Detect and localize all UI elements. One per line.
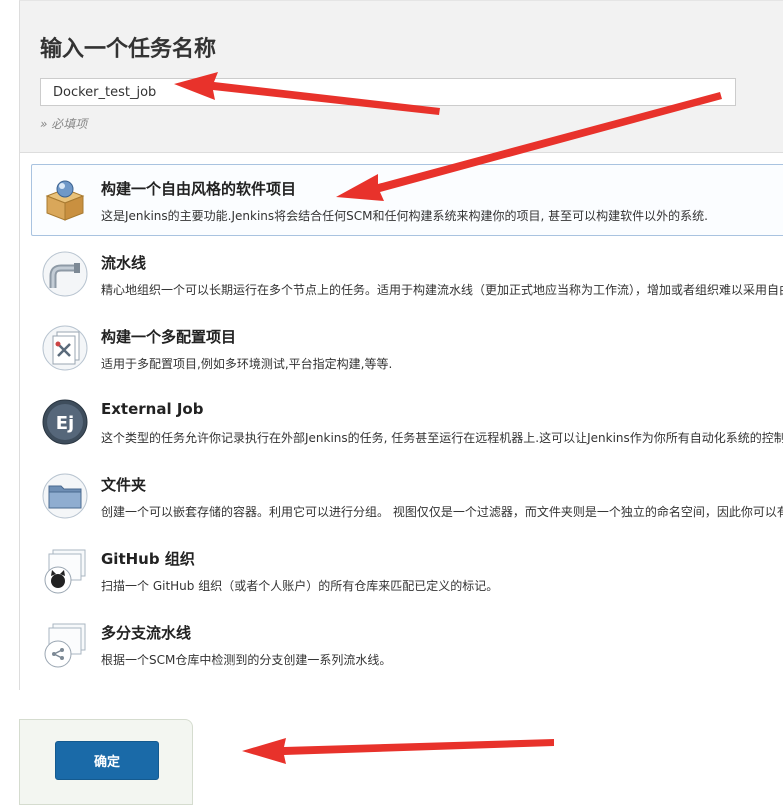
- ok-button[interactable]: 确定: [55, 741, 159, 780]
- job-type-external[interactable]: Ej External Job 这个类型的任务允许你记录执行在外部Jenkins…: [31, 386, 783, 458]
- item-description: 这是Jenkins的主要功能.Jenkins将会结合任何SCM和任何构建系统来构…: [101, 209, 708, 223]
- item-label: 构建一个多配置项目: [101, 328, 237, 346]
- item-description: 这个类型的任务允许你记录执行在外部Jenkins的任务, 任务甚至运行在远程机器…: [101, 431, 783, 445]
- pipeline-icon: [41, 250, 89, 298]
- page-title: 输入一个任务名称: [40, 37, 217, 62]
- header-section: 输入一个任务名称 » 必填项: [19, 0, 783, 153]
- github-org-icon: [41, 546, 89, 594]
- footer-bar: 确定: [19, 719, 193, 805]
- job-type-pipeline[interactable]: 流水线 精心地组织一个可以长期运行在多个节点上的任务。适用于构建流水线（更加正式…: [31, 238, 783, 310]
- job-type-list: 构建一个自由风格的软件项目 这是Jenkins的主要功能.Jenkins将会结合…: [19, 152, 783, 690]
- item-description: 扫描一个 GitHub 组织（或者个人账户）的所有仓库来匹配已定义的标记。: [101, 579, 499, 593]
- job-type-folder[interactable]: 文件夹 创建一个可以嵌套存储的容器。利用它可以进行分组。 视图仅仅是一个过滤器，…: [31, 460, 783, 532]
- job-type-freestyle[interactable]: 构建一个自由风格的软件项目 这是Jenkins的主要功能.Jenkins将会结合…: [31, 164, 783, 236]
- item-label: 文件夹: [101, 476, 147, 494]
- item-description: 创建一个可以嵌套存储的容器。利用它可以进行分组。 视图仅仅是一个过滤器，而文件夹…: [101, 505, 783, 519]
- annotation-arrow-ok: [242, 738, 554, 764]
- item-label: 多分支流水线: [101, 624, 192, 642]
- freestyle-box-icon: [41, 176, 89, 224]
- item-description: 适用于多配置项目,例如多环境测试,平台指定构建,等等.: [101, 357, 393, 371]
- folder-icon: [41, 472, 89, 520]
- external-job-icon: Ej: [41, 398, 89, 446]
- item-label: GitHub 组织: [101, 550, 195, 568]
- item-label: 构建一个自由风格的软件项目: [101, 180, 297, 198]
- multi-config-icon: [41, 324, 89, 372]
- item-description: 根据一个SCM仓库中检测到的分支创建一系列流水线。: [101, 653, 392, 667]
- item-description: 精心地组织一个可以长期运行在多个节点上的任务。适用于构建流水线（更加正式地应当称…: [101, 283, 783, 297]
- job-type-multibranch[interactable]: 多分支流水线 根据一个SCM仓库中检测到的分支创建一系列流水线。: [31, 608, 783, 680]
- svg-text:Ej: Ej: [56, 413, 74, 434]
- job-type-github-org[interactable]: GitHub 组织 扫描一个 GitHub 组织（或者个人账户）的所有仓库来匹配…: [31, 534, 783, 606]
- job-name-input[interactable]: [40, 78, 736, 106]
- item-label: 流水线: [101, 254, 147, 272]
- item-label: External Job: [101, 400, 204, 418]
- required-hint: » 必填项: [40, 117, 88, 131]
- job-type-multi-config[interactable]: 构建一个多配置项目 适用于多配置项目,例如多环境测试,平台指定构建,等等.: [31, 312, 783, 384]
- multibranch-icon: [41, 620, 89, 668]
